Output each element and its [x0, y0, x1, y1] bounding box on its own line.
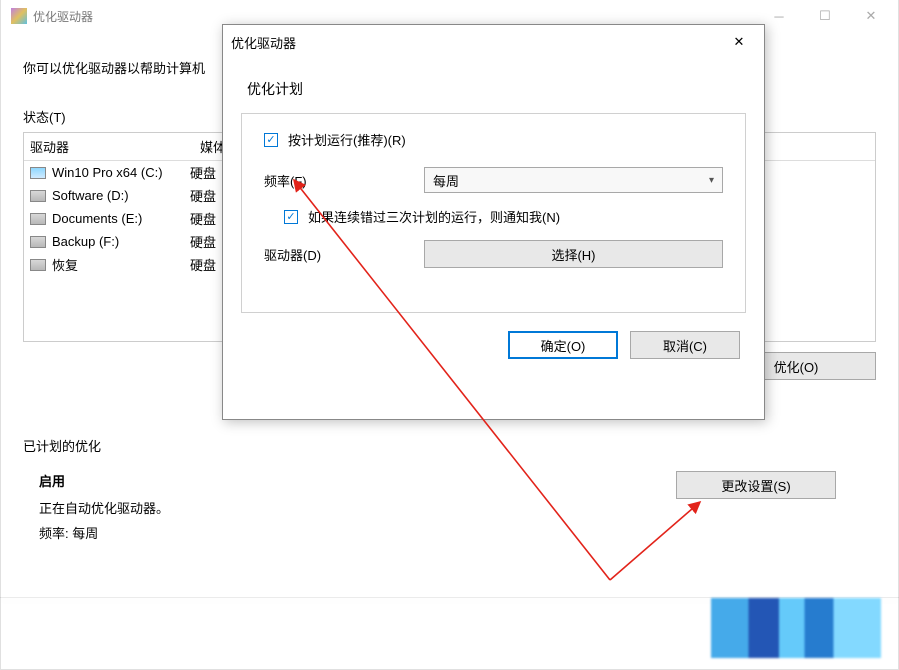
drive-choose-label: 驱动器(D) — [264, 245, 424, 264]
close-button[interactable]: ✕ — [848, 0, 894, 32]
dialog-title: 优化驱动器 — [231, 33, 722, 52]
enabled-label: 启用 — [39, 471, 676, 490]
drive-icon — [30, 190, 46, 202]
drive-name: Software (D:) — [52, 188, 129, 203]
scheduled-section: 已计划的优化 启用 正在自动优化驱动器。 频率: 每周 更改设置(S) — [23, 436, 876, 548]
frequency-value: 每周 — [433, 171, 459, 190]
drive-icon — [30, 213, 46, 225]
scheduled-section-label: 已计划的优化 — [23, 436, 876, 455]
drive-name: Win10 Pro x64 (C:) — [52, 165, 163, 180]
frequency-dropdown[interactable]: 每周 ▾ — [424, 167, 723, 193]
app-icon — [11, 8, 27, 24]
dialog-heading: 优化计划 — [247, 79, 746, 99]
frequency-row: 频率(F) 每周 ▾ — [264, 167, 723, 193]
close-icon[interactable]: ✕ — [722, 28, 756, 56]
checkbox-icon[interactable]: ✓ — [284, 210, 298, 224]
drive-name: 恢复 — [52, 255, 78, 274]
choose-button[interactable]: 选择(H) — [424, 240, 723, 268]
checkbox-icon[interactable]: ✓ — [264, 133, 278, 147]
scheduled-line2: 频率: 每周 — [39, 523, 676, 542]
frequency-label: 频率(F) — [264, 171, 424, 190]
dialog-panel: ✓ 按计划运行(推荐)(R) 频率(F) 每周 ▾ ✓ 如果连续错过三次计划的运… — [241, 113, 746, 313]
run-on-schedule-row[interactable]: ✓ 按计划运行(推荐)(R) — [264, 130, 723, 149]
decorative-strip — [711, 598, 881, 658]
window-title: 优化驱动器 — [33, 8, 756, 25]
change-settings-button[interactable]: 更改设置(S) — [676, 471, 836, 499]
run-on-schedule-label: 按计划运行(推荐)(R) — [288, 130, 406, 149]
drive-icon — [30, 167, 46, 179]
drive-choose-row: 驱动器(D) 选择(H) — [264, 240, 723, 268]
ok-button[interactable]: 确定(O) — [508, 331, 618, 359]
dialog-titlebar: 优化驱动器 ✕ — [223, 25, 764, 59]
drive-icon — [30, 259, 46, 271]
dialog-body: 优化计划 ✓ 按计划运行(推荐)(R) 频率(F) 每周 ▾ ✓ 如果连续错过三… — [223, 59, 764, 359]
maximize-button[interactable]: ☐ — [802, 0, 848, 32]
notify-label: 如果连续错过三次计划的运行，则通知我(N) — [308, 207, 560, 226]
cancel-button[interactable]: 取消(C) — [630, 331, 740, 359]
drive-name: Documents (E:) — [52, 211, 142, 226]
chevron-down-icon: ▾ — [709, 175, 714, 186]
col-drive-header: 驱动器 — [30, 137, 200, 156]
drive-icon — [30, 236, 46, 248]
scheduled-line1: 正在自动优化驱动器。 — [39, 498, 676, 517]
notify-row[interactable]: ✓ 如果连续错过三次计划的运行，则通知我(N) — [284, 207, 723, 226]
drive-name: Backup (F:) — [52, 234, 119, 249]
schedule-dialog: 优化驱动器 ✕ 优化计划 ✓ 按计划运行(推荐)(R) 频率(F) 每周 ▾ ✓… — [222, 24, 765, 420]
